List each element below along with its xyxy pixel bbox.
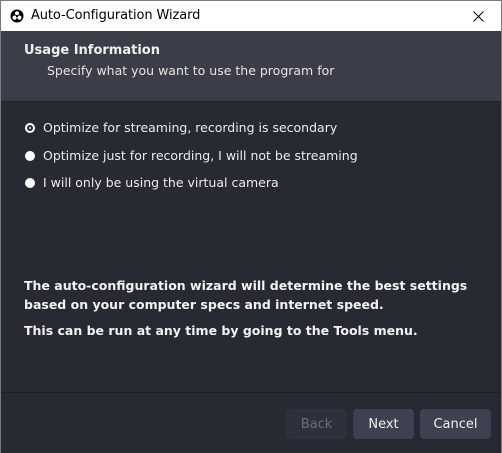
- page-subtitle: Specify what you want to use the program…: [47, 63, 335, 78]
- radio-label: Optimize just for recording, I will not …: [43, 148, 358, 163]
- info-text-tools-menu: This can be run at any time by going to …: [24, 323, 418, 338]
- info-text-description: The auto-configuration wizard will deter…: [24, 278, 468, 312]
- close-button[interactable]: [455, 1, 501, 31]
- radio-label: I will only be using the virtual camera: [43, 175, 279, 190]
- wizard-footer: Back Next Cancel: [1, 392, 501, 453]
- radio-button[interactable]: [25, 150, 35, 161]
- close-icon: [472, 10, 484, 22]
- page-title: Usage Information: [24, 43, 160, 58]
- radio-option-streaming[interactable]: Optimize for streaming, recording is sec…: [25, 120, 337, 135]
- wizard-window: Auto-Configuration Wizard Usage Informat…: [0, 0, 502, 453]
- next-button[interactable]: Next: [353, 409, 414, 439]
- obs-logo-icon: [10, 9, 24, 23]
- wizard-header: Usage Information Specify what you want …: [1, 31, 501, 102]
- back-button[interactable]: Back: [286, 409, 347, 439]
- radio-option-recording[interactable]: Optimize just for recording, I will not …: [25, 148, 358, 163]
- cancel-button[interactable]: Cancel: [420, 409, 491, 439]
- window-title: Auto-Configuration Wizard: [31, 8, 201, 23]
- title-bar: Auto-Configuration Wizard: [1, 1, 501, 31]
- radio-option-virtual-camera[interactable]: I will only be using the virtual camera: [25, 175, 279, 190]
- radio-label: Optimize for streaming, recording is sec…: [43, 120, 338, 135]
- radio-button[interactable]: [25, 177, 35, 188]
- wizard-body: Optimize for streaming, recording is sec…: [1, 102, 501, 392]
- radio-button-checked[interactable]: [25, 122, 35, 133]
